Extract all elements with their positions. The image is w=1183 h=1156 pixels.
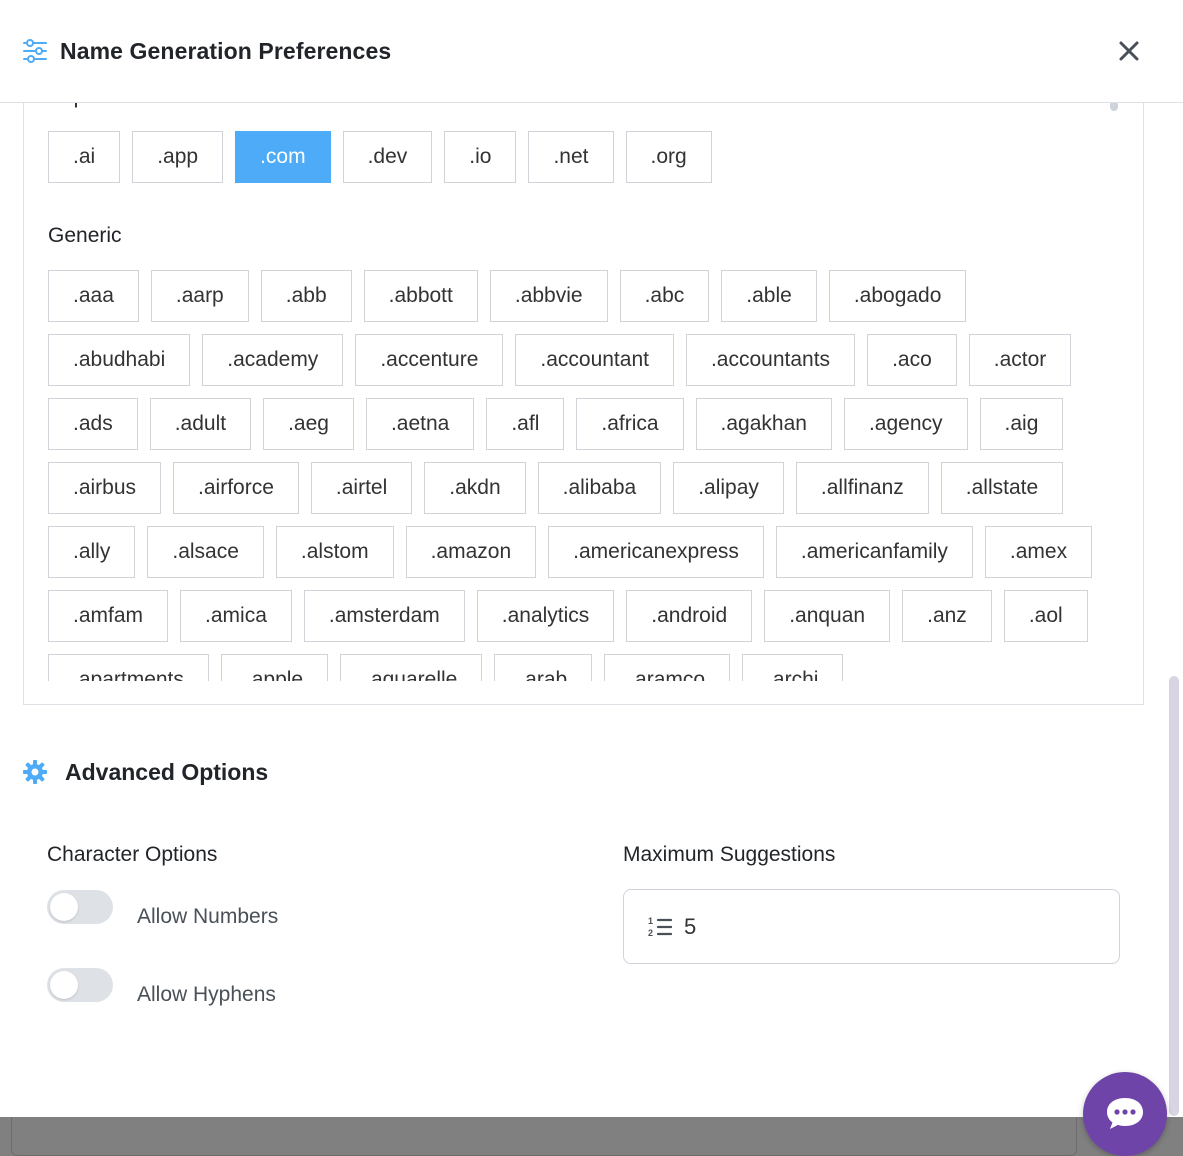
generic-tld-list: .aaa .aarp .abb .abbott .abbvie .abc .able .abo…: [48, 270, 1108, 681]
allow-hyphens-toggle[interactable]: [47, 968, 113, 1002]
allow-numbers-label: Allow Numbers: [137, 905, 279, 928]
page-scrollbar[interactable]: [1169, 676, 1179, 1116]
tld-chip[interactable]: .allfinanz: [795, 462, 929, 514]
tld-chip[interactable]: .aol: [1003, 590, 1088, 642]
chat-bubble-icon: [1107, 1098, 1143, 1129]
tld-chip[interactable]: .airbus: [48, 462, 162, 514]
tld-chip[interactable]: .amex: [984, 526, 1093, 578]
tld-chip[interactable]: .archi: [742, 654, 844, 681]
gear-icon: [23, 760, 47, 784]
tld-chip[interactable]: .alsace: [147, 526, 264, 578]
tld-chip[interactable]: .org: [625, 131, 712, 183]
tld-chip[interactable]: .able: [721, 270, 817, 322]
tld-chip[interactable]: .amfam: [48, 590, 169, 642]
tld-chip[interactable]: .akdn: [424, 462, 526, 514]
tld-chip[interactable]: .anz: [902, 590, 992, 642]
tld-chip[interactable]: .apartments: [48, 654, 209, 681]
tld-chip[interactable]: .ai: [48, 131, 121, 183]
generic-group-title: Generic: [48, 224, 122, 247]
tld-chip[interactable]: .com: [235, 131, 331, 183]
advanced-options-title: Advanced Options: [65, 759, 269, 785]
toggle-knob: [50, 971, 78, 999]
tld-chip[interactable]: .ally: [48, 526, 136, 578]
tld-chip[interactable]: .agency: [843, 398, 968, 450]
tld-chip[interactable]: .actor: [968, 334, 1072, 386]
maximum-suggestions-label: Maximum Suggestions: [623, 843, 836, 866]
tld-chip[interactable]: .aig: [979, 398, 1064, 450]
tld-chip[interactable]: .abudhabi: [48, 334, 191, 386]
allow-numbers-toggle[interactable]: [47, 890, 113, 924]
tld-chip[interactable]: .abbott: [363, 270, 478, 322]
toggle-knob: [50, 893, 78, 921]
tld-chip[interactable]: .aeg: [263, 398, 354, 450]
tld-chip[interactable]: .android: [626, 590, 753, 642]
chat-button[interactable]: [1083, 1072, 1167, 1156]
close-button[interactable]: [1112, 34, 1146, 68]
tld-chip[interactable]: .abbvie: [489, 270, 608, 322]
tld-chip[interactable]: .analytics: [476, 590, 615, 642]
tld-chip[interactable]: .accenture: [355, 334, 504, 386]
modal-header: Name Generation Preferences: [0, 0, 1183, 103]
tld-chip[interactable]: .abb: [260, 270, 352, 322]
tld-chip[interactable]: .aramco: [604, 654, 731, 681]
close-icon: [1119, 41, 1139, 61]
tld-chip[interactable]: .alibaba: [537, 462, 662, 514]
tld-chip[interactable]: .accountants: [685, 334, 856, 386]
tld-chip[interactable]: .aarp: [150, 270, 249, 322]
tld-chip[interactable]: .africa: [576, 398, 684, 450]
tld-chip[interactable]: .airforce: [173, 462, 299, 514]
tld-chip[interactable]: .aquarelle: [340, 654, 483, 681]
tld-chip[interactable]: .afl: [486, 398, 565, 450]
tld-selection-panel[interactable]: Popular .ai.app.com.dev.io.net.org Gener…: [23, 80, 1144, 705]
character-options-label: Character Options: [47, 843, 218, 866]
maximum-suggestions-value: 5: [684, 914, 697, 939]
modal-title: Name Generation Preferences: [60, 38, 392, 64]
sliders-icon: [23, 39, 47, 63]
tld-chip[interactable]: .apple: [220, 654, 329, 681]
numbered-list-icon: 12: [648, 916, 672, 938]
tld-chip[interactable]: .abogado: [828, 270, 967, 322]
tld-chip[interactable]: .amica: [180, 590, 292, 642]
tld-chip[interactable]: .aco: [867, 334, 957, 386]
tld-chip[interactable]: .amazon: [405, 526, 537, 578]
tld-chip[interactable]: .ads: [48, 398, 138, 450]
tld-chip[interactable]: .amsterdam: [303, 590, 465, 642]
tld-chip[interactable]: .adult: [149, 398, 252, 450]
tld-chip[interactable]: .aaa: [48, 270, 139, 322]
tld-scroll-area[interactable]: Popular .ai.app.com.dev.io.net.org Gener…: [24, 81, 1143, 681]
tld-chip[interactable]: .anquan: [764, 590, 891, 642]
tld-chip[interactable]: .io: [444, 131, 517, 183]
tld-chip[interactable]: .airtel: [310, 462, 413, 514]
allow-hyphens-label: Allow Hyphens: [137, 983, 276, 1006]
maximum-suggestions-input[interactable]: 12 5: [623, 889, 1120, 964]
tld-chip[interactable]: .americanfamily: [775, 526, 973, 578]
tld-chip[interactable]: .alstom: [275, 526, 394, 578]
tld-chip[interactable]: .aetna: [365, 398, 475, 450]
tld-chip[interactable]: .dev: [342, 131, 433, 183]
svg-text:2: 2: [648, 928, 653, 938]
tld-chip[interactable]: .allstate: [940, 462, 1064, 514]
tld-chip[interactable]: .americanexpress: [548, 526, 764, 578]
tld-chip[interactable]: .agakhan: [695, 398, 832, 450]
footer-input-area[interactable]: [11, 1117, 1077, 1156]
tld-chip[interactable]: .accountant: [515, 334, 674, 386]
svg-text:1: 1: [648, 916, 653, 926]
tld-chip[interactable]: .app: [132, 131, 224, 183]
tld-chip[interactable]: .academy: [202, 334, 344, 386]
tld-chip[interactable]: .net: [528, 131, 614, 183]
tld-chip[interactable]: .alipay: [673, 462, 784, 514]
tld-chip[interactable]: .arab: [494, 654, 593, 681]
tld-chip[interactable]: .abc: [619, 270, 710, 322]
popular-tld-list: .ai .app .com .dev .io .net .org: [48, 131, 1108, 183]
